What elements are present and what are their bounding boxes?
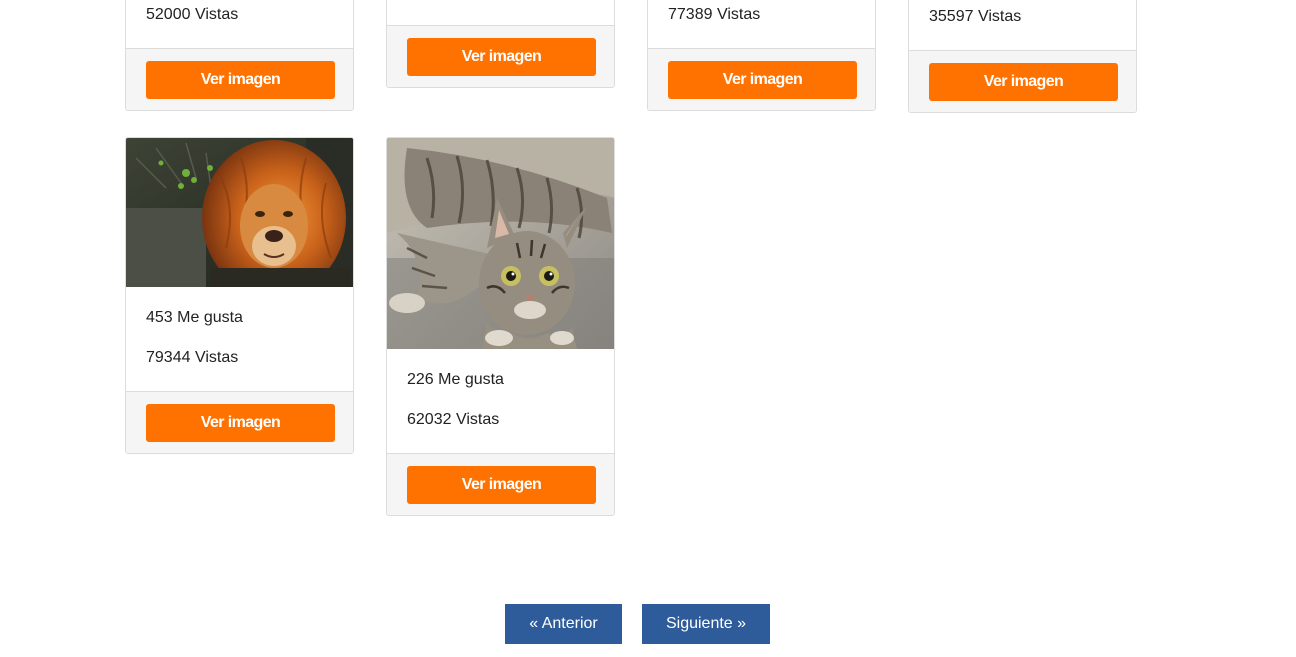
card-footer: Ver imagen: [387, 25, 614, 87]
likes-count: 453 Me gusta: [146, 309, 243, 326]
image-gallery-page: 52000 Vistas Ver imagen Ver imagen 77389…: [0, 0, 1296, 657]
image-card: 77389 Vistas Ver imagen: [647, 0, 876, 111]
card-footer: Ver imagen: [648, 48, 875, 110]
views-count: 77389 Vistas: [668, 6, 761, 23]
card-footer: Ver imagen: [909, 50, 1136, 112]
card-body: 52000 Vistas: [126, 0, 353, 48]
cat-image[interactable]: [387, 138, 614, 349]
image-card: 226 Me gusta 62032 Vistas Ver imagen: [386, 137, 615, 516]
image-card: 453 Me gusta 79344 Vistas Ver imagen: [125, 137, 354, 454]
lion-image[interactable]: [126, 138, 353, 287]
image-card: Ver imagen: [386, 0, 615, 88]
views-count: 62032 Vistas: [407, 411, 500, 428]
views-count: 79344 Vistas: [146, 349, 239, 366]
card-footer: Ver imagen: [126, 48, 353, 110]
card-body: 226 Me gusta 62032 Vistas: [387, 349, 614, 453]
card-footer: Ver imagen: [387, 453, 614, 515]
card-body: 35597 Vistas: [909, 0, 1136, 50]
view-image-button[interactable]: Ver imagen: [668, 61, 857, 99]
cat-photo: [387, 138, 614, 349]
view-image-button[interactable]: Ver imagen: [146, 61, 335, 99]
views-count: 35597 Vistas: [929, 8, 1022, 25]
views-count: 52000 Vistas: [146, 6, 239, 23]
image-card: 52000 Vistas Ver imagen: [125, 0, 354, 111]
view-image-button[interactable]: Ver imagen: [407, 38, 596, 76]
likes-count: 226 Me gusta: [407, 371, 504, 388]
image-card: 35597 Vistas Ver imagen: [908, 0, 1137, 113]
card-body: 453 Me gusta 79344 Vistas: [126, 287, 353, 392]
view-image-button[interactable]: Ver imagen: [407, 466, 596, 504]
lion-photo: [126, 138, 353, 287]
view-image-button[interactable]: Ver imagen: [929, 63, 1118, 101]
previous-page-button[interactable]: « Anterior: [505, 604, 622, 644]
view-image-button[interactable]: Ver imagen: [146, 404, 335, 442]
card-body: [387, 0, 614, 25]
card-footer: Ver imagen: [126, 391, 353, 453]
card-body: 77389 Vistas: [648, 0, 875, 48]
next-page-button[interactable]: Siguiente »: [642, 604, 770, 644]
